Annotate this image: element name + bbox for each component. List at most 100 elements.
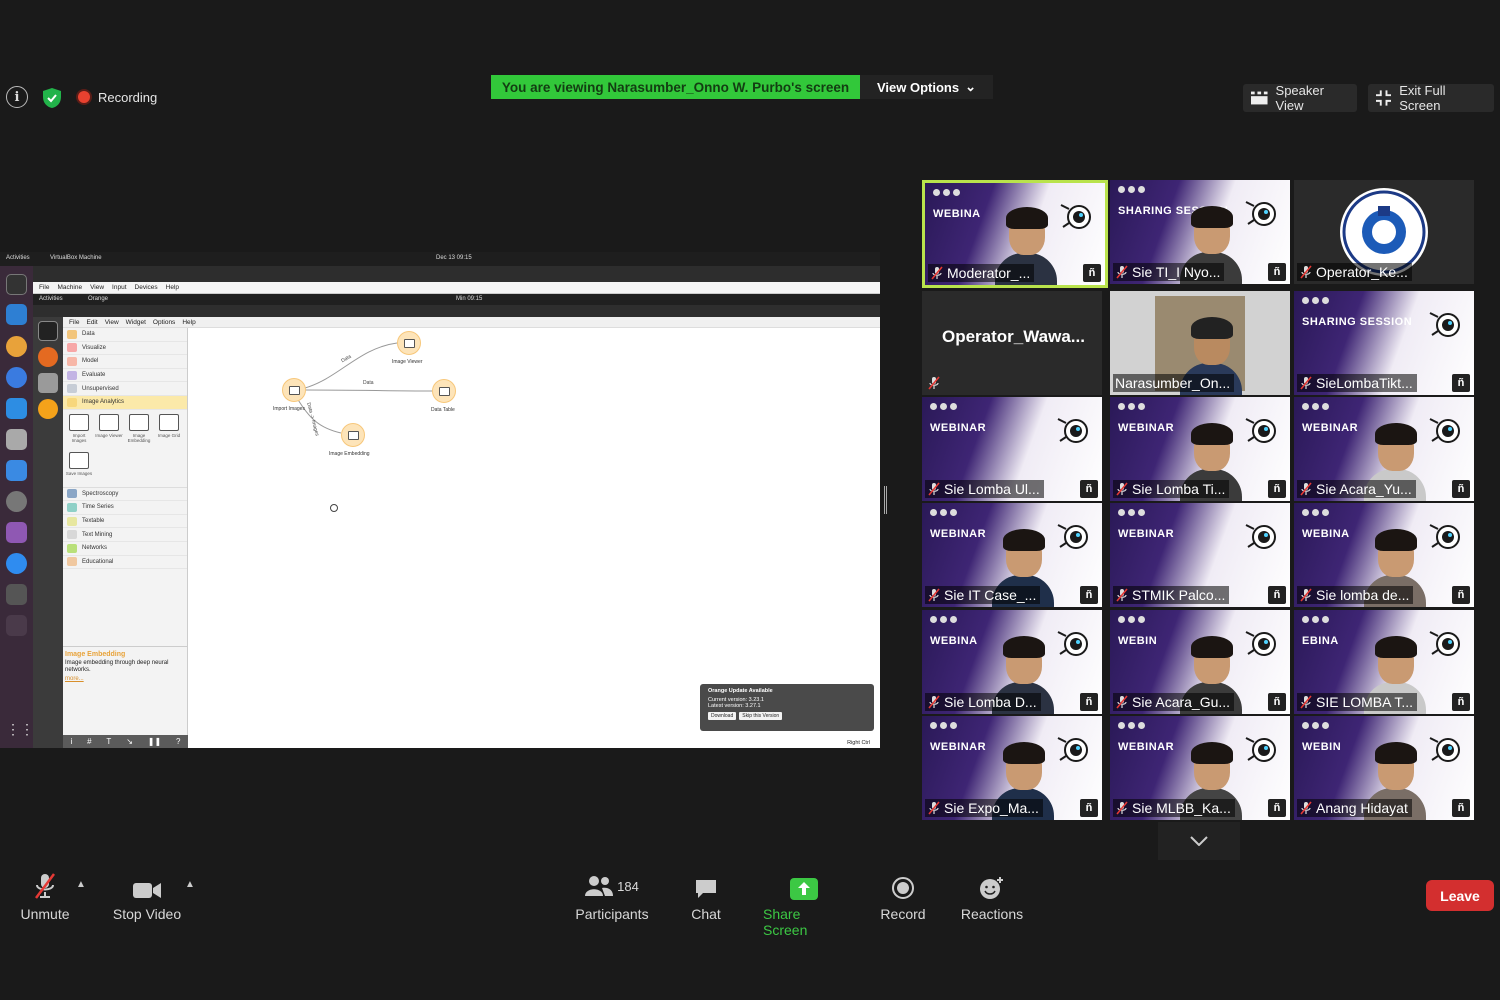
leave-button[interactable]: Leave <box>1426 880 1494 911</box>
meeting-info-button[interactable]: i <box>6 86 28 108</box>
zoom-app-icon[interactable] <box>6 553 27 574</box>
participant-tile[interactable]: WEBIN Anang Hidayat ñ <box>1294 716 1474 820</box>
monitor-app-icon[interactable] <box>6 304 27 325</box>
data-table-node[interactable] <box>432 379 456 403</box>
guest-terminal-icon[interactable] <box>38 321 58 341</box>
participant-tile[interactable]: WEBINA Moderator_... ñ <box>922 180 1108 288</box>
orange-menu-edit[interactable]: Edit <box>86 319 97 326</box>
participant-tile[interactable]: Operator_Wawa... <box>922 291 1102 395</box>
vbox-menu-file[interactable]: File <box>39 284 49 291</box>
category-evaluate[interactable]: Evaluate <box>63 369 187 383</box>
app-icon-2[interactable] <box>6 615 27 636</box>
image-embedding-widget[interactable]: Image Embedding <box>125 413 153 443</box>
category-visualize[interactable]: Visualize <box>63 342 187 356</box>
gallery-next-page-button[interactable] <box>1158 822 1240 860</box>
link-label-data-middle: Data <box>363 380 374 386</box>
recording-indicator[interactable]: Recording <box>78 86 157 108</box>
category-image-analytics[interactable]: Image Analytics <box>63 395 187 410</box>
participant-tile[interactable]: Narasumber_On... <box>1110 291 1290 395</box>
participant-tile[interactable]: WEBINAR Sie Acara_Yu... ñ <box>1294 397 1474 501</box>
vbox-menu-view[interactable]: View <box>90 284 104 291</box>
participant-tile[interactable]: SHARING SESSION SieLombaTikt... ñ <box>1294 291 1474 395</box>
participant-tile[interactable]: WEBINAR Sie IT Case_... ñ <box>922 503 1102 607</box>
text-annotation-icon[interactable]: T <box>106 737 111 746</box>
pause-icon[interactable]: ❚❚ <box>148 737 161 746</box>
arrow-annotation-icon[interactable]: ↘ <box>126 737 133 746</box>
guest-firefox-icon[interactable] <box>38 347 58 367</box>
participant-tile[interactable]: Operator_Ke... <box>1294 180 1474 284</box>
vbox-menu-devices[interactable]: Devices <box>135 284 158 291</box>
video-options-caret-icon[interactable]: ▲ <box>185 879 195 890</box>
import-images-node[interactable] <box>282 378 306 402</box>
edge-icon[interactable] <box>6 367 27 388</box>
encryption-shield-icon[interactable] <box>40 86 64 110</box>
update-download-button[interactable]: Download <box>708 712 737 720</box>
image-viewer-widget[interactable]: Image Viewer <box>95 413 123 438</box>
category-spectroscopy[interactable]: Spectroscopy <box>63 488 187 502</box>
chrome-icon[interactable] <box>6 336 27 357</box>
category-unsupervised[interactable]: Unsupervised <box>63 382 187 396</box>
participant-tile[interactable]: WEBINAR Sie Expo_Ma... ñ <box>922 716 1102 820</box>
participant-tile[interactable]: WEBINA Sie lomba de... ñ <box>1294 503 1474 607</box>
category-text-mining[interactable]: Text Mining <box>63 528 187 542</box>
orange-menu-help[interactable]: Help <box>182 319 195 326</box>
participant-tile[interactable]: WEBINAR Sie MLBB_Ka... ñ <box>1110 716 1290 820</box>
tool-icon[interactable] <box>6 584 27 605</box>
unmute-button[interactable]: Unmute <box>18 872 72 922</box>
image-viewer-node[interactable] <box>397 331 421 355</box>
participants-button[interactable]: 184 Participants <box>575 872 649 922</box>
import-images-widget[interactable]: Import Images <box>65 413 93 443</box>
participant-tile[interactable]: WEBINAR Sie Lomba Ul... ñ <box>922 397 1102 501</box>
save-images-widget[interactable]: Save Images <box>65 451 93 476</box>
category-networks[interactable]: Networks <box>63 542 187 556</box>
widget-description-more-link[interactable]: more... <box>63 674 187 684</box>
participant-tile[interactable]: WEBIN Sie Acara_Gu... ñ <box>1110 610 1290 714</box>
info-icon[interactable]: i <box>70 737 72 746</box>
sponsor-logos <box>930 616 957 623</box>
record-button[interactable]: Record <box>879 872 927 922</box>
vbox-menu-help[interactable]: Help <box>166 284 179 291</box>
category-model[interactable]: Model <box>63 355 187 369</box>
image-embedding-node[interactable] <box>341 423 365 447</box>
vbox-menu-input[interactable]: Input <box>112 284 126 291</box>
category-icon <box>67 530 77 540</box>
orange-menu-options[interactable]: Options <box>153 319 175 326</box>
document-icon[interactable] <box>6 460 27 481</box>
orange-app-icon[interactable] <box>38 399 58 419</box>
category-educational[interactable]: Educational <box>63 556 187 570</box>
category-textable[interactable]: Textable <box>63 515 187 529</box>
stop-video-button[interactable]: Stop Video <box>112 872 182 922</box>
participant-tile[interactable]: WEBINA Sie Lomba D... ñ <box>922 610 1102 714</box>
category-data[interactable]: Data <box>63 328 187 342</box>
settings-icon[interactable] <box>6 491 27 512</box>
speaker-view-button[interactable]: Speaker View <box>1243 83 1357 113</box>
split-resize-handle[interactable] <box>884 486 887 514</box>
terminal-icon[interactable] <box>6 274 27 295</box>
sponsor-logos <box>930 403 957 410</box>
participant-tile[interactable]: WEBINAR STMIK Palco... ñ <box>1110 503 1290 607</box>
vbox-menu-machine[interactable]: Machine <box>57 284 82 291</box>
thunderbird-icon[interactable] <box>6 398 27 419</box>
participant-tile[interactable]: WEBINAR Sie Lomba Ti... ñ <box>1110 397 1290 501</box>
view-options-button[interactable]: View Options ⌄ <box>860 75 993 99</box>
app-icon[interactable] <box>6 522 27 543</box>
audio-options-caret-icon[interactable]: ▲ <box>76 879 86 890</box>
participant-tile[interactable]: EBINA SIE LOMBA T... ñ <box>1294 610 1474 714</box>
help-icon[interactable]: ? <box>176 737 180 746</box>
exit-full-screen-button[interactable]: Exit Full Screen <box>1368 83 1494 113</box>
participant-name-label: STMIK Palco... <box>1113 586 1230 604</box>
grid-icon[interactable]: # <box>87 737 91 746</box>
category-time-series[interactable]: Time Series <box>63 501 187 515</box>
orange-menu-widget[interactable]: Widget <box>126 319 146 326</box>
reactions-button[interactable]: Reactions <box>960 872 1024 922</box>
chat-button[interactable]: Chat <box>688 872 724 922</box>
update-skip-button[interactable]: Skip this Version <box>739 712 783 720</box>
show-apps-icon[interactable]: ⋮⋮ <box>6 721 34 742</box>
orange-menu-file[interactable]: File <box>69 319 79 326</box>
files-icon[interactable] <box>6 429 27 450</box>
participant-tile[interactable]: SHARING SESSION Sie TI_I Nyo... ñ <box>1110 180 1290 284</box>
image-grid-widget[interactable]: Image Grid <box>155 413 183 438</box>
share-screen-button[interactable]: Share Screen <box>763 872 845 938</box>
orange-menu-view[interactable]: View <box>105 319 119 326</box>
guest-files-icon[interactable] <box>38 373 58 393</box>
